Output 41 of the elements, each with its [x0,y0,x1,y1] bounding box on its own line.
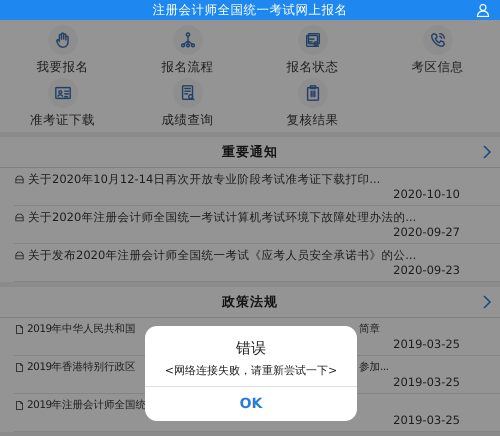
menu-item[interactable]: 报名状态 [250,25,375,76]
article-title[interactable]: 2019年注册会计师全国统 [27,398,145,413]
article-date: 2020-09-27 [393,225,460,239]
article-title-end[interactable]: 简章 [359,322,500,337]
document-search-icon [304,31,322,49]
article-date: 2020-09-23 [393,263,460,277]
menu-item[interactable]: 准考证下载 [0,78,125,129]
menu-item[interactable]: 成绩查询 [125,78,250,129]
article-title[interactable]: 2019年中华人民共和国 [27,322,145,337]
flowchart-icon [178,31,196,49]
user-icon[interactable] [476,3,490,17]
id-card-icon [54,84,72,102]
phone-icon [428,31,446,49]
document-icon [14,400,25,411]
dialog-title: 错误 [236,339,266,358]
document-icon [14,362,25,373]
article-title[interactable]: 关于2020年10月12-14日再次开放专业阶段考试准考证下载打印... [28,172,380,187]
chevron-right-icon[interactable] [482,145,492,159]
dialog-message: <网络连接失败，请重新尝试一下> [164,363,338,378]
article-date: 2019-03-25 [393,413,460,427]
inbox-icon [14,212,25,223]
chevron-right-icon[interactable] [482,295,492,309]
section-title: 重要通知 [222,144,278,161]
article-date: 2019-03-25 [393,337,460,351]
article-title[interactable]: 关于发布2020年注册会计师全国统一考试《应考人员安全承诺书》的公... [28,248,416,263]
document-icon [14,324,25,335]
inbox-icon [14,174,25,185]
section-title: 政策法规 [222,294,278,311]
menu-item[interactable]: 复核结果 [250,78,375,129]
app-title: 注册会计师全国统一考试网上报名 [152,2,348,18]
menu-item[interactable]: 报名流程 [125,25,250,76]
article-title-end[interactable]: 参加... [359,360,500,375]
article-title[interactable]: 关于2020年注册会计师全国统一考试计算机考试环境下故障处理办法的... [28,210,416,225]
ok-button[interactable]: OK [145,386,357,421]
article-date: 2019-03-25 [393,375,460,389]
article-title[interactable]: 2019年香港特别行政区 [27,360,145,375]
menu-item[interactable]: 考区信息 [375,25,500,76]
hand-icon [54,31,72,49]
inbox-icon [14,250,25,261]
menu-item[interactable]: 我要报名 [0,25,125,76]
article-date: 2020-10-10 [393,187,460,201]
